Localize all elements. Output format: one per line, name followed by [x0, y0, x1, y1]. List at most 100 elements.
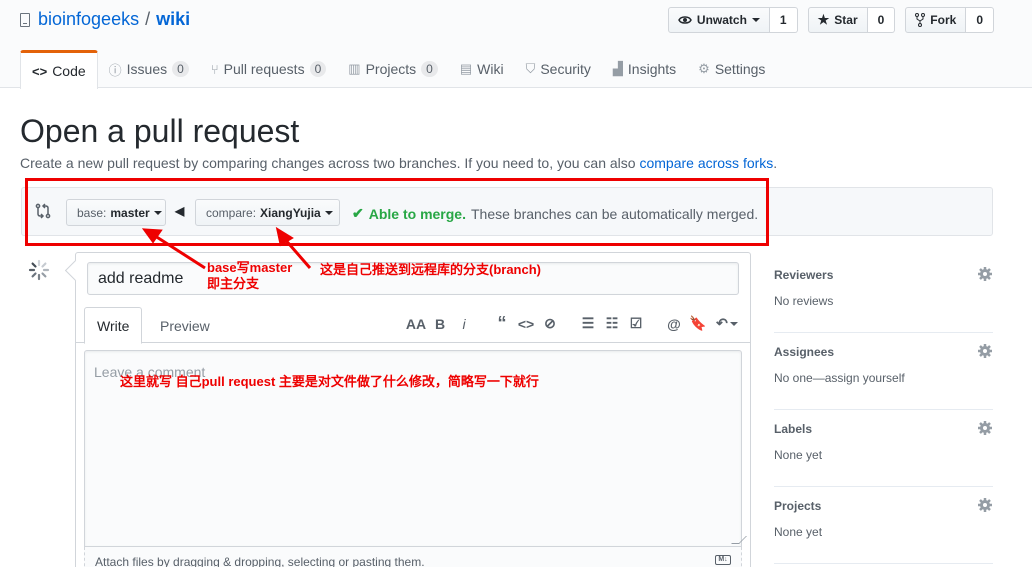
annotation-compare-note: 这是自己推送到远程库的分支(branch): [320, 262, 542, 277]
assignees-label: Assignees: [774, 345, 835, 359]
star-label: Star: [834, 13, 858, 27]
pull-request-composer: add readme Write Preview AA B i “ <> ⊘ ☰…: [75, 252, 751, 567]
repo-nav-tabs: <> Code ⓘ Issues 0 ⑂ Pull requests 0 ▥ P…: [20, 50, 776, 89]
gear-icon: ⚙: [698, 61, 710, 76]
markdown-toolbar: AA B i “ <> ⊘ ☰ ☷ ☑ @ 🔖 ↶: [404, 313, 738, 334]
unwatch-button[interactable]: Unwatch: [667, 7, 770, 33]
repo-header: bioinfogeeks / wiki Unwatch 1 ★ Star 0 F…: [0, 0, 1032, 89]
task-list-icon[interactable]: ☑: [624, 315, 648, 332]
tab-issues[interactable]: ⓘ Issues 0: [98, 50, 200, 88]
tab-pull-requests-label: Pull requests: [223, 61, 305, 77]
eye-icon: [678, 16, 692, 24]
fork-icon: [915, 13, 926, 27]
bookmark-icon[interactable]: 🔖: [686, 315, 710, 332]
mention-icon[interactable]: @: [662, 316, 686, 332]
star-button[interactable]: ★ Star: [807, 7, 868, 33]
numbered-list-icon[interactable]: ☷: [600, 315, 624, 332]
labels-value: None yet: [774, 448, 823, 462]
issue-icon: ⓘ: [108, 62, 122, 78]
chevron-down-icon: [751, 18, 760, 22]
annotation-base-line2: 即主分支: [207, 276, 260, 291]
text-size-icon[interactable]: AA: [404, 316, 428, 332]
subtitle-end: .: [773, 155, 778, 171]
tab-projects[interactable]: ▥ Projects 0: [337, 50, 449, 88]
assignees-value[interactable]: No one—assign yourself: [774, 371, 905, 385]
graph-icon: ▟: [612, 61, 623, 76]
repo-icon: [20, 12, 30, 27]
repo-owner-link[interactable]: bioinfogeeks: [38, 9, 139, 30]
reviewers-label: Reviewers: [774, 268, 834, 282]
tab-code[interactable]: <> Code: [20, 50, 98, 89]
bold-icon[interactable]: B: [428, 316, 452, 332]
star-count[interactable]: 0: [867, 7, 896, 33]
quote-icon[interactable]: “: [490, 313, 514, 334]
star-icon: ★: [817, 12, 830, 27]
projects-value: None yet: [774, 525, 823, 539]
page-subtitle: Create a new pull request by comparing c…: [20, 155, 777, 171]
star-group: ★ Star 0: [807, 7, 896, 33]
gear-icon[interactable]: [977, 497, 993, 513]
tab-security-label: Security: [540, 61, 591, 77]
gear-icon[interactable]: [977, 266, 993, 282]
annotation-base-note: base写master 即主分支: [207, 260, 292, 292]
gear-icon[interactable]: [977, 343, 993, 359]
watch-group: Unwatch 1: [667, 7, 798, 33]
pull-requests-count-badge: 0: [309, 61, 327, 77]
markdown-icon: M↓: [715, 555, 731, 565]
compare-across-forks-link[interactable]: compare across forks: [639, 155, 773, 171]
tab-issues-label: Issues: [126, 61, 168, 77]
unwatch-label: Unwatch: [696, 13, 747, 27]
gear-icon[interactable]: [977, 420, 993, 436]
sidebar-item-assignees: Assignees No one—assign yourself: [774, 333, 993, 410]
tab-preview[interactable]: Preview: [148, 307, 222, 344]
file-attach-area[interactable]: Attach files by dragging & dropping, sel…: [84, 547, 742, 567]
code-icon[interactable]: <>: [514, 316, 538, 332]
loading-spinner-icon: [28, 259, 50, 281]
repo-actions: Unwatch 1 ★ Star 0 Fork 0: [667, 7, 994, 33]
tab-insights-label: Insights: [627, 61, 677, 77]
tab-security[interactable]: ⛉ Security: [515, 50, 602, 88]
projects-label: Projects: [774, 499, 822, 513]
reviewers-value: No reviews: [774, 294, 834, 308]
chevron-down-icon[interactable]: [730, 321, 738, 326]
fork-button[interactable]: Fork: [905, 7, 967, 33]
repo-title: bioinfogeeks / wiki: [20, 9, 190, 30]
issues-count-badge: 0: [172, 61, 189, 77]
subtitle-text: Create a new pull request by comparing c…: [20, 155, 640, 171]
fork-count[interactable]: 0: [966, 7, 994, 33]
resize-handle-icon[interactable]: [731, 536, 747, 544]
fork-label: Fork: [930, 13, 957, 27]
tab-wiki[interactable]: ▤ Wiki: [449, 50, 515, 88]
tab-settings-label: Settings: [714, 61, 766, 77]
labels-label: Labels: [774, 422, 813, 436]
link-icon[interactable]: ⊘: [538, 315, 562, 332]
projects-count-badge: 0: [421, 61, 438, 77]
tab-code-label: Code: [52, 63, 86, 79]
watch-count[interactable]: 1: [769, 7, 798, 33]
tab-insights[interactable]: ▟ Insights: [602, 50, 687, 88]
discussion-sidebar: Reviewers No reviews Assignees No one—as…: [774, 256, 993, 564]
tab-projects-label: Projects: [365, 61, 417, 77]
sidebar-item-projects: Projects None yet: [774, 487, 993, 564]
code-icon: <>: [32, 63, 48, 79]
tab-write[interactable]: Write: [84, 307, 143, 344]
attach-files-text: Attach files by dragging & dropping, sel…: [95, 555, 425, 567]
sidebar-item-labels: Labels None yet: [774, 410, 993, 487]
tab-wiki-label: Wiki: [477, 61, 504, 77]
italic-icon[interactable]: i: [452, 316, 476, 332]
shield-icon: ⛉: [525, 61, 536, 76]
annotation-base-line1: base写master: [207, 260, 293, 275]
page-title: Open a pull request: [20, 113, 300, 149]
repo-name-link[interactable]: wiki: [156, 9, 190, 30]
git-pull-request-icon: ⑂: [210, 61, 219, 77]
sidebar-item-reviewers: Reviewers No reviews: [774, 256, 993, 333]
book-icon: ▤: [459, 61, 473, 76]
annotation-comment-note: 这里就写 自己pull request 主要是对文件做了什么修改，简略写一下就行: [120, 374, 539, 389]
tab-settings[interactable]: ⚙ Settings: [687, 50, 776, 88]
tab-pull-requests[interactable]: ⑂ Pull requests 0: [200, 50, 337, 88]
project-icon: ▥: [348, 61, 361, 76]
annotation-highlight-box: [25, 178, 769, 246]
bullet-list-icon[interactable]: ☰: [576, 315, 600, 332]
fork-group: Fork 0: [905, 7, 994, 33]
repo-separator: /: [145, 9, 151, 29]
